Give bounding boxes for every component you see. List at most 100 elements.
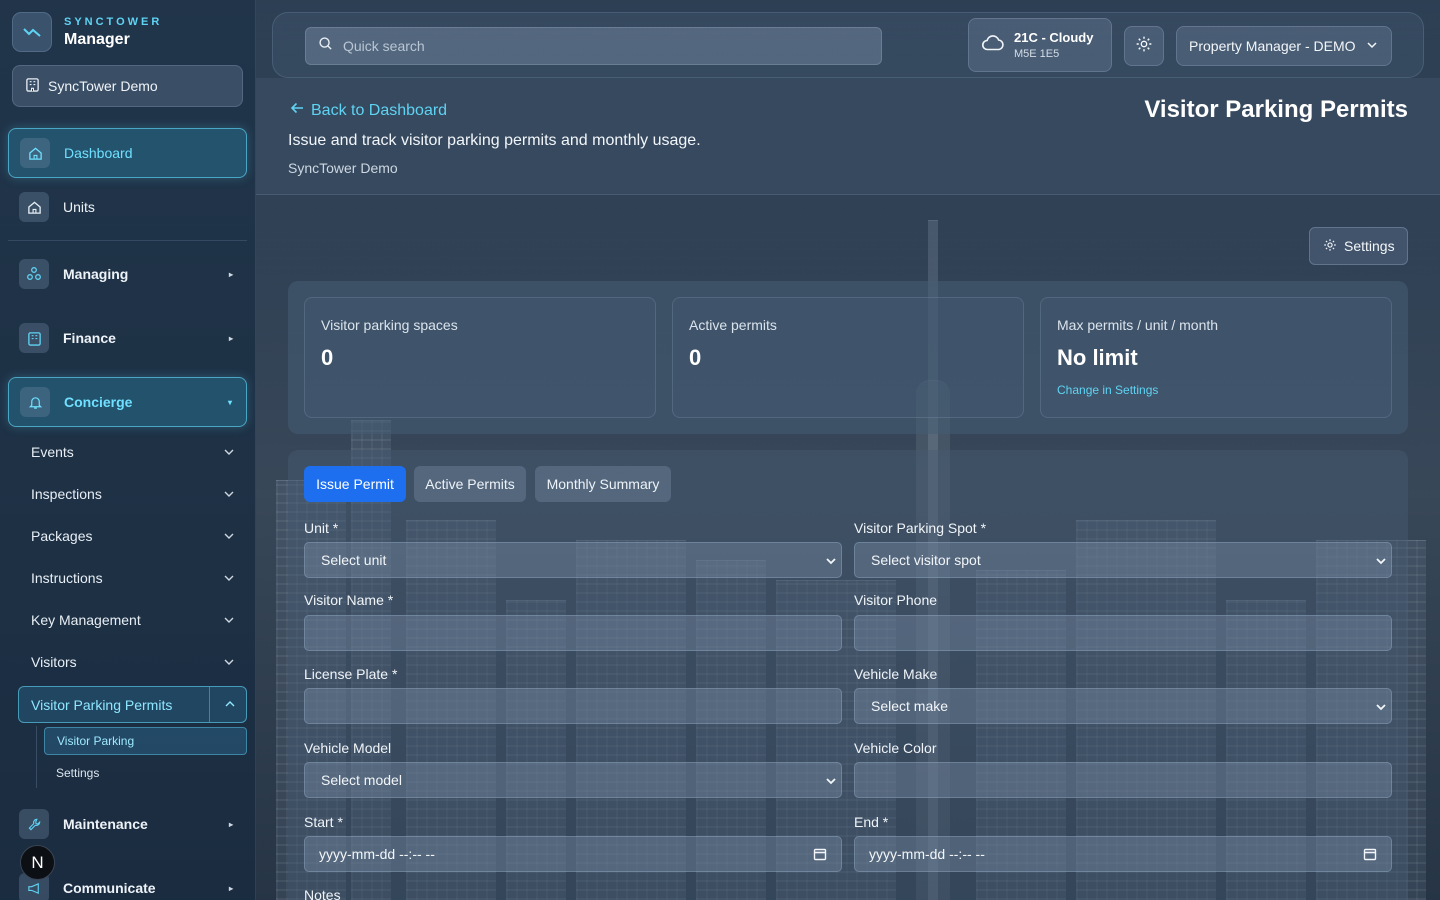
sidebar-item-finance[interactable]: Finance ▸ [8,313,247,363]
license-plate-label: License Plate * [304,666,398,682]
search-input[interactable] [343,38,863,54]
unit-select[interactable]: Select unit [304,542,842,578]
visitor-spot-select[interactable]: Select visitor spot [854,542,1392,578]
sidebar: SYNCTOWER Manager SyncTower Demo Dashboa… [0,0,256,900]
sidebar-item-managing[interactable]: Managing ▸ [8,249,247,299]
weather-temperature: 21C - Cloudy [1014,30,1094,45]
home-icon [19,192,49,222]
topbar: 21C - Cloudy M5E 1E5 Property Manager - … [272,12,1424,78]
stat-value: No limit [1057,345,1138,370]
stats-panel: Visitor parking spaces 0 Active permits … [288,281,1408,434]
split-divider [209,687,210,722]
tab-monthly-summary[interactable]: Monthly Summary [535,466,671,502]
tree-line [36,726,37,788]
sidebar-subitem-key-management[interactable]: Key Management [31,605,241,635]
page-subtitle: Issue and track visitor parking permits … [288,132,701,149]
sidebar-subsubitem-visitor-parking[interactable]: Visitor Parking [44,727,247,755]
sidebar-subitem-label: Key Management [31,612,141,628]
chevron-down-icon [1375,554,1387,570]
sidebar-item-label: Managing [63,266,129,282]
sidebar-subsubitem-settings[interactable]: Settings [44,759,247,787]
tenant-selector[interactable]: SyncTower Demo [12,65,243,107]
chevron-down-icon [223,571,235,587]
sidebar-item-concierge[interactable]: Concierge ▾ [8,377,247,427]
back-to-dashboard-link[interactable]: Back to Dashboard [289,100,447,121]
sidebar-subitem-label: Visitors [31,654,77,670]
vehicle-make-select[interactable]: Select make [854,688,1392,724]
chevron-down-icon [223,613,235,629]
weather-postal-code: M5E 1E5 [1014,48,1060,60]
sidebar-subitem-inspections[interactable]: Inspections [31,479,241,509]
unit-select-value: Select unit [321,552,387,568]
caret-right-icon: ▸ [228,819,233,829]
change-in-settings-link[interactable]: Change in Settings [1057,383,1375,397]
building-icon [25,77,40,95]
role-selector[interactable]: Property Manager - DEMO [1176,26,1392,66]
chevron-up-icon[interactable] [224,697,236,713]
vehicle-model-select[interactable]: Select model [304,762,842,798]
sidebar-subitem-label: Visitor Parking Permits [31,696,173,713]
issue-permit-panel: Issue Permit Active Permits Monthly Summ… [288,450,1408,900]
calendar-icon[interactable] [1363,847,1377,864]
chevron-down-icon [1366,38,1378,54]
sidebar-item-label: Dashboard [64,145,133,161]
start-datetime-input[interactable]: yyyy-mm-dd --:-- -- [304,836,842,872]
avatar[interactable]: N [20,845,55,880]
start-label: Start * [304,814,343,830]
sidebar-item-maintenance[interactable]: Maintenance ▸ [8,799,247,849]
page-org-name: SyncTower Demo [288,160,398,176]
brand-name: Manager [64,30,130,48]
end-label: End * [854,814,889,830]
gear-icon [1323,238,1337,255]
license-plate-input[interactable] [304,688,842,724]
sidebar-subitem-visitors[interactable]: Visitors [31,647,241,677]
page-title: Visitor Parking Permits [1144,96,1408,123]
settings-gear-button[interactable] [1124,26,1164,66]
back-label: Back to Dashboard [311,101,448,119]
header-divider [256,194,1440,195]
sidebar-divider [8,240,247,241]
sidebar-subitem-visitor-parking-permits[interactable]: Visitor Parking Permits [18,686,247,723]
home-icon [20,138,50,168]
building-icon [19,323,49,353]
visitor-spot-label: Visitor Parking Spot * [854,520,987,536]
role-label: Property Manager - DEMO [1189,38,1356,54]
sidebar-subitem-instructions[interactable]: Instructions [31,563,241,593]
brand[interactable]: SYNCTOWER Manager [12,12,162,52]
end-datetime-input[interactable]: yyyy-mm-dd --:-- -- [854,836,1392,872]
chevron-down-icon [223,655,235,671]
visitor-name-input[interactable] [304,615,842,651]
stat-card-active-permits: Active permits 0 [672,297,1024,418]
vehicle-color-input[interactable] [854,762,1392,798]
sidebar-subitem-label: Inspections [31,486,102,502]
tab-active-permits[interactable]: Active Permits [414,466,526,502]
weather-widget[interactable]: 21C - Cloudy M5E 1E5 [968,18,1112,72]
tab-issue-permit[interactable]: Issue Permit [304,466,406,502]
network-icon [19,259,49,289]
sidebar-subitem-label: Events [31,444,74,460]
sidebar-item-label: Maintenance [63,816,148,832]
chevron-down-icon [825,774,837,790]
sidebar-subitem-label: Packages [31,528,93,544]
brand-logo-icon [12,12,52,52]
sidebar-subitem-events[interactable]: Events [31,437,241,467]
search-box[interactable] [305,27,882,65]
stat-card-max-permits: Max permits / unit / month No limit Chan… [1040,297,1392,418]
sidebar-subsubitem-label: Visitor Parking [57,734,135,748]
stat-value: 0 [689,345,702,370]
sidebar-item-dashboard[interactable]: Dashboard [8,128,247,178]
sidebar-subitem-packages[interactable]: Packages [31,521,241,551]
sidebar-item-units[interactable]: Units [8,182,247,232]
calendar-icon[interactable] [813,847,827,864]
cloud-icon [981,34,1005,57]
sidebar-item-label: Units [63,199,95,215]
notes-label: Notes [304,887,341,900]
vehicle-model-label: Vehicle Model [304,740,392,756]
settings-button[interactable]: Settings [1309,227,1408,265]
sidebar-subsubitem-label: Settings [56,766,100,780]
chevron-down-icon [1375,700,1387,716]
visitor-phone-input[interactable] [854,615,1392,651]
vehicle-color-label: Vehicle Color [854,740,937,756]
caret-down-icon: ▾ [227,397,232,407]
stat-label: Visitor parking spaces [321,317,458,333]
